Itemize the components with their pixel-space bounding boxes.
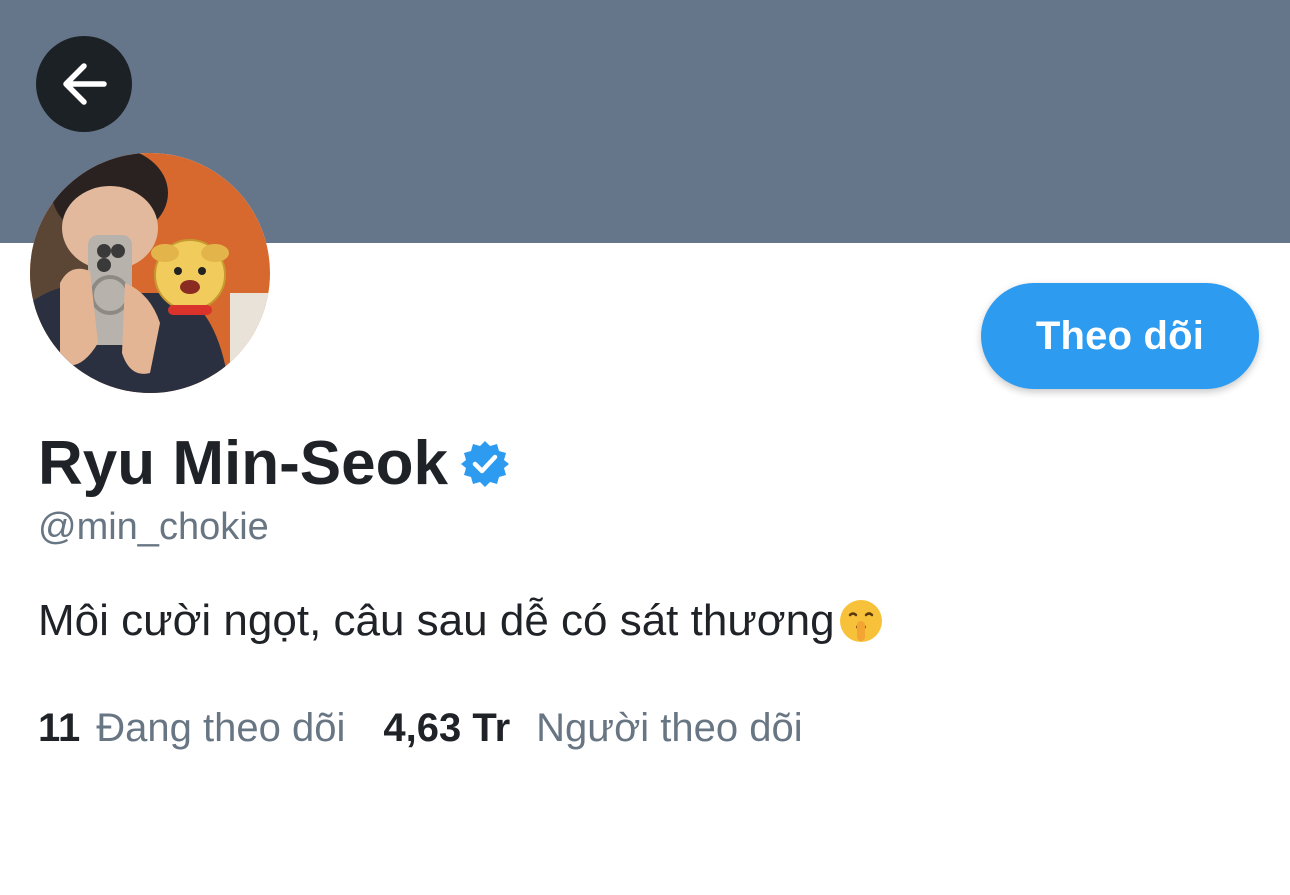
profile-stats: 11 Đang theo dõi 4,63 Tr Người theo dõi — [38, 704, 803, 752]
profile-page: Theo dõi Ryu Min-Seok @min_chokie Môi cư… — [0, 0, 1290, 895]
profile-bio: Môi cười ngọt, câu sau dễ có sát thương — [38, 594, 885, 648]
following-stat[interactable]: 11 Đang theo dõi — [38, 704, 345, 752]
follow-button[interactable]: Theo dõi — [981, 283, 1259, 389]
bio-text: Môi cười ngọt, câu sau dễ có sát thương — [38, 596, 835, 645]
following-count: 11 — [38, 706, 81, 750]
arrow-left-icon — [58, 58, 110, 110]
followers-label: Người theo dõi — [536, 706, 803, 750]
profile-handle: @min_chokie — [38, 506, 269, 548]
display-name: Ryu Min-Seok — [38, 429, 448, 498]
followers-stat[interactable]: 4,63 Tr Người theo dõi — [383, 704, 802, 752]
profile-avatar[interactable] — [30, 153, 270, 393]
name-row: Ryu Min-Seok — [38, 428, 510, 500]
verified-badge-icon — [460, 439, 510, 489]
back-button[interactable] — [36, 36, 132, 132]
following-label: Đang theo dõi — [96, 706, 346, 750]
shushing-face-emoji-icon — [837, 597, 885, 645]
followers-count: 4,63 Tr — [383, 706, 511, 750]
